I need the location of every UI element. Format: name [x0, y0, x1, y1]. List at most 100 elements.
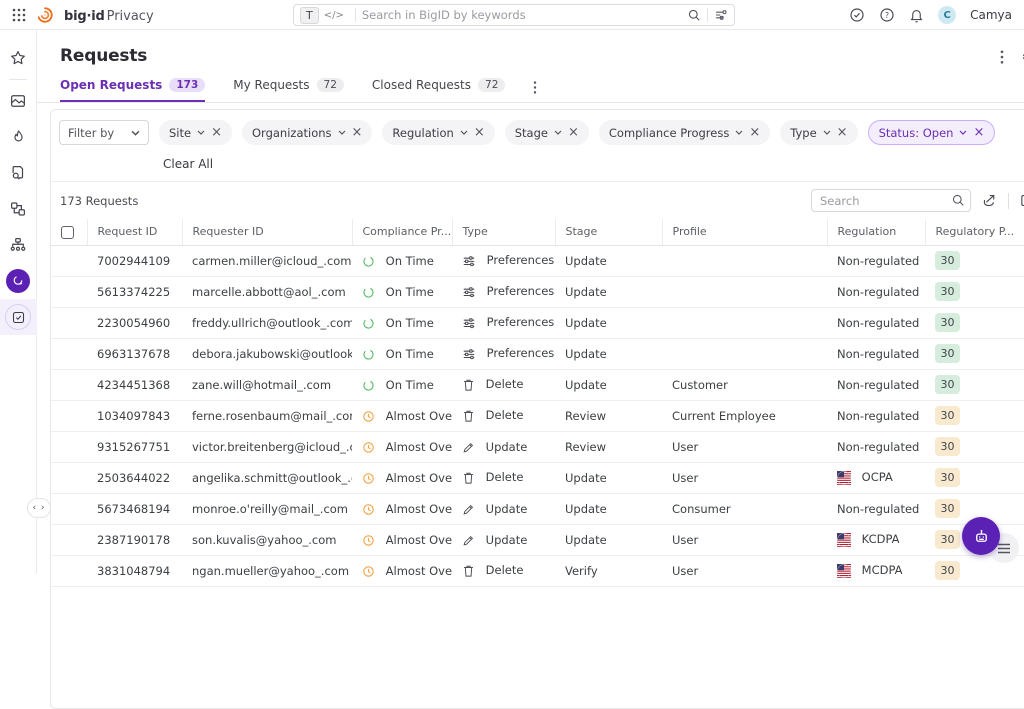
filter-chip-compliance-progress[interactable]: Compliance Progress×	[599, 120, 770, 145]
notifications-bell-icon[interactable]	[909, 7, 924, 23]
trash-icon	[462, 471, 475, 485]
global-search-input[interactable]	[362, 8, 687, 22]
table-row[interactable]: 2230054960 freddy.ullrich@outlook_.com O…	[51, 307, 1024, 338]
filter-chip-regulation[interactable]: Regulation×	[382, 120, 494, 145]
table-row[interactable]: 9315267751 victor.breitenberg@icloud_.co…	[51, 431, 1024, 462]
close-icon[interactable]: ×	[568, 126, 579, 139]
sidebar-item-privacy[interactable]	[0, 263, 37, 299]
on-time-icon	[362, 286, 375, 299]
filter-chip-site[interactable]: Site×	[159, 120, 232, 145]
row-select-cell	[51, 431, 87, 462]
sidebar-item-requests[interactable]	[0, 299, 37, 335]
text-search-toggle[interactable]: T	[300, 7, 319, 24]
tasks-icon[interactable]	[849, 7, 865, 23]
clear-all-button[interactable]: Clear All	[163, 157, 213, 171]
compliance-cell: On Time	[352, 338, 452, 369]
stage-cell: Update	[555, 245, 662, 276]
overdue-clock-icon	[362, 503, 375, 516]
sidebar	[0, 30, 37, 573]
table-row[interactable]: 1034097843 ferne.rosenbaum@mail_.com Alm…	[51, 400, 1024, 431]
column-header-request-id[interactable]: Request ID	[87, 219, 182, 245]
compliance-label: Almost Overdue	[386, 502, 452, 516]
regulatory-days-cell: 30	[925, 338, 1024, 369]
sidebar-item-cluster[interactable]	[0, 191, 37, 227]
tabs-kebab-menu[interactable]	[533, 81, 537, 102]
profile-cell: Current Employee	[662, 400, 827, 431]
product-name: Privacy	[107, 9, 154, 24]
close-icon[interactable]: ×	[837, 126, 848, 139]
assistant-fab-button[interactable]	[962, 517, 1000, 555]
sidebar-item-favorites[interactable]	[0, 40, 37, 76]
column-header-profile[interactable]: Profile	[662, 219, 827, 245]
stage-cell: Update	[555, 276, 662, 307]
filter-chip-type[interactable]: Type×	[780, 120, 857, 145]
close-icon[interactable]: ×	[749, 126, 760, 139]
column-header-compliance[interactable]: Compliance Pr...	[352, 219, 452, 245]
regulation-cell: Non-regulated	[827, 493, 925, 524]
pencil-icon	[462, 534, 475, 547]
table-row[interactable]: 6963137678 debora.jakubowski@outlook_.co…	[51, 338, 1024, 369]
tab-open-requests[interactable]: Open Requests 173	[60, 78, 205, 102]
close-icon[interactable]: ×	[973, 126, 984, 139]
apps-grid-icon[interactable]	[12, 8, 26, 22]
table-row[interactable]: 3831048794 ngan.mueller@yahoo_.com Almos…	[51, 555, 1024, 586]
column-header-regulation[interactable]: Regulation	[827, 219, 925, 245]
requester-id-cell: angelika.schmitt@outlook_.com	[182, 462, 352, 493]
column-header-requester-id[interactable]: Requester ID	[182, 219, 352, 245]
compliance-label: On Time	[386, 316, 434, 330]
stage-cell: Review	[555, 400, 662, 431]
regulation-cell: MCDPA	[827, 555, 925, 586]
filter-chip-organizations[interactable]: Organizations×	[242, 120, 372, 145]
table-row[interactable]: 4234451368 zane.will@hotmail_.com On Tim…	[51, 369, 1024, 400]
export-icon[interactable]	[981, 192, 998, 209]
filter-by-dropdown[interactable]: Filter by	[59, 120, 149, 145]
search-icon[interactable]	[687, 8, 701, 22]
close-icon[interactable]: ×	[474, 126, 485, 139]
table-row[interactable]: 2503644022 angelika.schmitt@outlook_.com…	[51, 462, 1024, 493]
sidebar-collapse-button[interactable]: ‹ ›	[27, 498, 51, 518]
column-header-regulatory[interactable]: Regulatory P...	[925, 219, 1024, 245]
sidebar-item-activity[interactable]	[0, 119, 37, 155]
help-icon[interactable]: ?	[879, 7, 895, 23]
sidebar-item-catalog[interactable]	[0, 155, 37, 191]
tab-my-requests[interactable]: My Requests 72	[233, 78, 344, 102]
filter-by-label: Filter by	[68, 126, 114, 140]
select-all-checkbox[interactable]	[61, 226, 74, 239]
regulation-label: Non-regulated	[837, 316, 919, 330]
row-select-cell	[51, 400, 87, 431]
on-time-icon	[362, 379, 375, 392]
table-row[interactable]: 5613374225 marcelle.abbott@aol_.com On T…	[51, 276, 1024, 307]
column-header-type[interactable]: Type	[452, 219, 555, 245]
svg-text:?: ?	[885, 11, 889, 20]
requests-check-icon	[5, 304, 31, 330]
column-header-stage[interactable]: Stage	[555, 219, 662, 245]
table-row[interactable]: 5673468194 monroe.o'reilly@mail_.com Alm…	[51, 493, 1024, 524]
type-label: Preferences	[487, 346, 555, 360]
close-icon[interactable]: ×	[211, 126, 222, 139]
regulation-label: Non-regulated	[837, 285, 919, 299]
trash-icon	[462, 409, 475, 423]
overdue-clock-icon	[362, 565, 375, 578]
page-kebab-menu[interactable]	[1000, 50, 1004, 64]
sidebar-item-dashboard[interactable]	[0, 83, 37, 119]
filter-chip-status-open[interactable]: Status: Open×	[868, 120, 996, 145]
profile-cell: Consumer	[662, 493, 827, 524]
user-name[interactable]: Camya	[970, 8, 1012, 22]
columns-icon[interactable]	[1019, 192, 1024, 209]
type-cell: Update	[452, 431, 555, 462]
advanced-search-icon[interactable]	[714, 8, 728, 22]
close-icon[interactable]: ×	[352, 126, 363, 139]
tab-label: My Requests	[233, 78, 309, 92]
requester-id-cell: marcelle.abbott@aol_.com	[182, 276, 352, 307]
query-search-toggle[interactable]: </>	[319, 9, 349, 22]
image-icon	[9, 92, 27, 110]
tab-closed-requests[interactable]: Closed Requests 72	[372, 78, 506, 102]
table-search-input[interactable]	[811, 189, 971, 212]
filter-chip-stage[interactable]: Stage×	[505, 120, 589, 145]
avatar[interactable]: C	[938, 6, 956, 24]
compliance-cell: On Time	[352, 276, 452, 307]
sliders-icon	[462, 254, 476, 268]
table-row[interactable]: 2387190178 son.kuvalis@yahoo_.com Almost…	[51, 524, 1024, 555]
table-row[interactable]: 7002944109 carmen.miller@icloud_.com On …	[51, 245, 1024, 276]
sidebar-item-sitemap[interactable]	[0, 227, 37, 263]
